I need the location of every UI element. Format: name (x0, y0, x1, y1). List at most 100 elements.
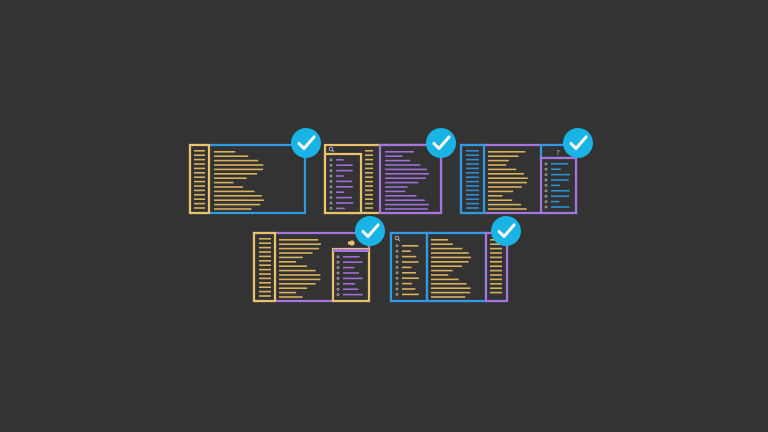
code-line (279, 243, 321, 245)
code-line (488, 181, 527, 184)
list-line (551, 184, 561, 187)
code-line (214, 186, 244, 188)
code-line (279, 287, 308, 289)
code-line (431, 274, 449, 276)
code-line (488, 155, 519, 157)
code-line (488, 208, 527, 210)
sidebar-line (194, 163, 205, 165)
sidebar-line (466, 163, 479, 165)
code-line (431, 247, 463, 250)
code-line (214, 203, 261, 206)
code-line (279, 252, 313, 254)
code-line (488, 177, 528, 179)
code-line (279, 239, 319, 241)
layout-1 (188, 143, 307, 215)
code-line (279, 274, 321, 276)
list-line (336, 191, 345, 193)
code-line (385, 181, 419, 184)
code-line (279, 269, 316, 272)
code-line (488, 168, 517, 171)
check-badge-circle (491, 216, 521, 246)
sidebar-line (365, 207, 373, 209)
code-line (488, 195, 503, 197)
list-line (336, 175, 344, 177)
sidebar-line (259, 268, 271, 271)
check-badge (355, 216, 385, 246)
list-line (551, 195, 570, 197)
code-line (214, 151, 236, 153)
sidebar-line (490, 283, 502, 285)
code-line (488, 159, 509, 162)
list-line (402, 266, 412, 269)
code-line (214, 177, 247, 179)
list-line (343, 272, 360, 274)
sidebar-line (365, 176, 373, 178)
code-line (214, 199, 264, 201)
code-line (385, 186, 408, 188)
sidebar-line (194, 154, 205, 156)
list-line (343, 256, 360, 258)
code-line (385, 190, 406, 193)
sidebar-line (490, 291, 502, 294)
code-line (385, 208, 428, 210)
sidebar-line (466, 194, 479, 196)
list-line (336, 186, 353, 188)
code-line (385, 159, 411, 162)
code-line (431, 256, 471, 259)
sidebar-line (194, 158, 205, 161)
sidebar-line (490, 278, 502, 281)
sidebar-line (259, 282, 271, 284)
sidebar-line (490, 269, 502, 272)
sidebar-line (466, 189, 479, 192)
code-line (431, 291, 471, 294)
code-line (214, 195, 262, 197)
code-line (214, 168, 264, 171)
code-line (214, 173, 258, 175)
code-line (431, 265, 463, 267)
code-line (279, 291, 297, 294)
list-line (343, 277, 363, 280)
sidebar-line (194, 194, 205, 196)
list-line (402, 250, 411, 252)
code-line (431, 252, 469, 254)
code-line (488, 164, 507, 166)
list-line (402, 277, 419, 279)
sidebar-line (194, 202, 205, 205)
code-line (431, 278, 459, 281)
code-line (431, 269, 453, 272)
layout-options-illustration: ? (0, 0, 768, 432)
list-line (336, 169, 353, 172)
list-line (402, 261, 419, 263)
sidebar-line (365, 202, 373, 205)
list-line (402, 245, 419, 247)
question-icon: ? (556, 149, 560, 157)
list-line (551, 206, 570, 208)
code-line (214, 181, 234, 184)
code-line (431, 283, 467, 285)
sidebar-line (490, 252, 502, 254)
sidebar-line (259, 242, 271, 244)
sidebar-line (466, 185, 479, 187)
code-line (279, 256, 303, 259)
code-line (488, 151, 526, 153)
sidebar-line (259, 295, 271, 297)
list-line (336, 159, 344, 161)
sidebar-line (466, 198, 479, 200)
list-line (343, 288, 359, 290)
list-line (402, 288, 416, 290)
code-line (488, 190, 514, 193)
code-line (431, 239, 449, 241)
sidebar-line (194, 176, 205, 178)
sidebar-line (490, 274, 502, 276)
code-line (488, 199, 513, 201)
check-badge (563, 128, 593, 158)
list-line (343, 293, 363, 296)
sidebar-line (365, 150, 373, 152)
code-line (488, 186, 522, 188)
sidebar-line (259, 264, 271, 266)
code-line (385, 195, 417, 197)
list-line (551, 163, 569, 165)
sidebar-line (365, 185, 373, 187)
sidebar-line (466, 154, 479, 156)
check-badge (291, 128, 321, 158)
